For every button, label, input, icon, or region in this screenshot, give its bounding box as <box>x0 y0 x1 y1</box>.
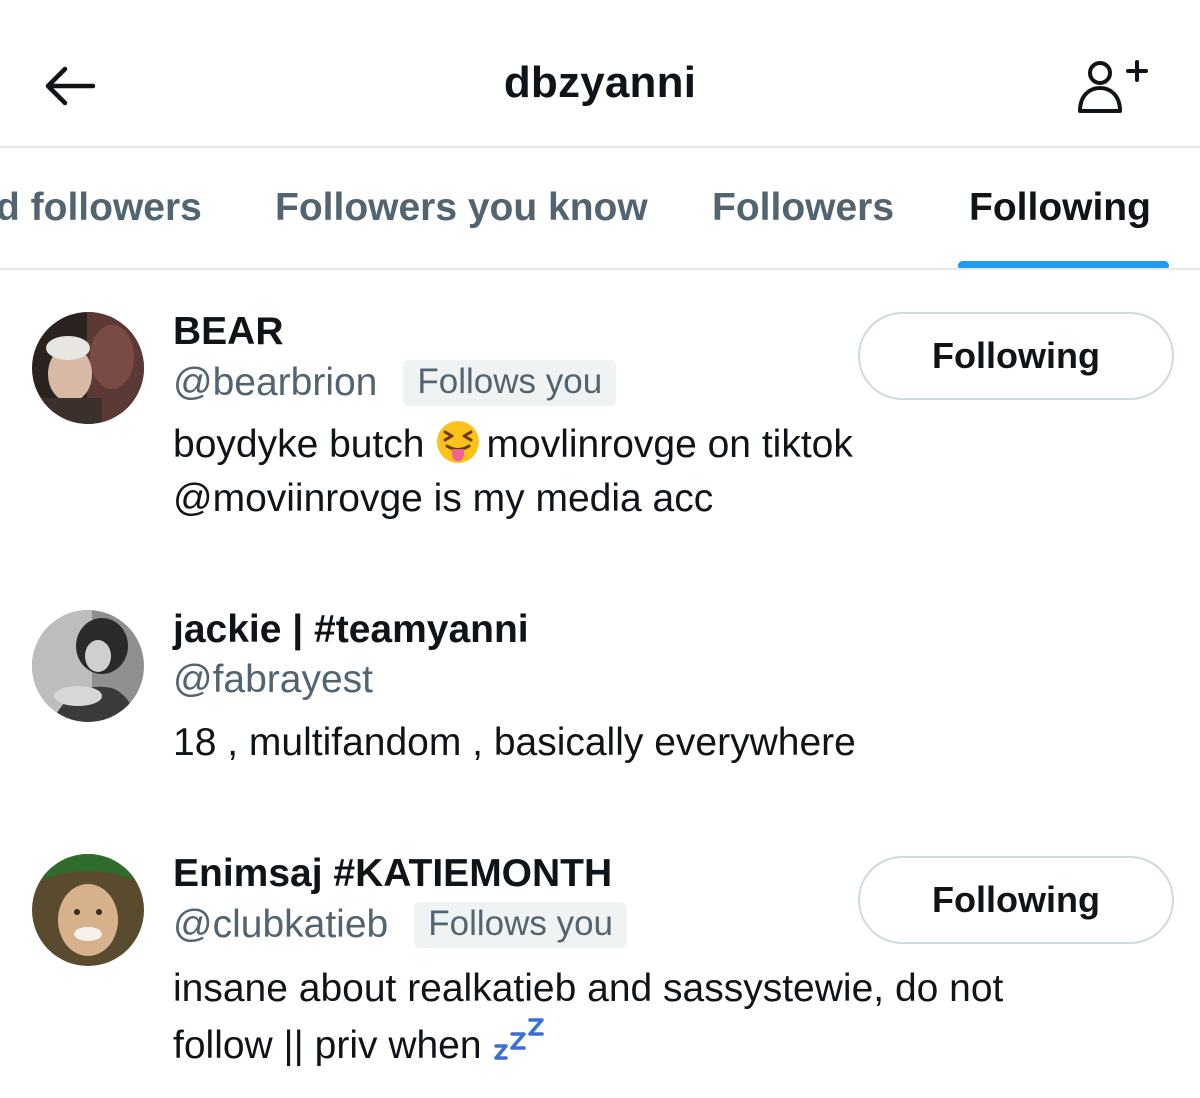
handle-line: @fabrayest <box>173 658 373 702</box>
avatar[interactable] <box>32 610 144 722</box>
user-bio: boydyke butch movlinrovge on tiktok @mov… <box>173 418 1133 526</box>
tab-followers[interactable]: Followers <box>712 186 894 230</box>
user-handle: @fabrayest <box>173 658 374 701</box>
add-user-icon <box>1078 60 1148 113</box>
display-name: BEAR <box>173 310 284 353</box>
follows-you-badge: Follows you <box>414 902 628 948</box>
bio-text: @moviinrovge is my media acc <box>173 477 714 520</box>
zzz-emoji-icon <box>493 1018 544 1060</box>
tab-verified-followers[interactable]: d followers <box>0 186 202 230</box>
following-button[interactable]: Following <box>858 312 1174 400</box>
user-handle: @bearbrion <box>173 361 378 404</box>
user-row-jackie[interactable]: jackie | #teamyanni @fabrayest 18 , mult… <box>0 590 1200 790</box>
user-bio: 18 , multifandom , basically everywhere <box>173 716 1133 770</box>
bio-text: 18 , multifandom , basically everywhere <box>173 721 856 764</box>
bio-text: boydyke butch <box>173 423 425 466</box>
avatar[interactable] <box>32 854 144 966</box>
handle-line: @bearbrion Follows you <box>173 360 617 406</box>
following-list-screen: dbzyanni d followers Followers you know … <box>0 0 1200 1098</box>
tab-following[interactable]: Following <box>969 186 1151 230</box>
user-handle: @clubkatieb <box>173 903 389 946</box>
bio-text: movlinrovge on tiktok <box>486 423 853 466</box>
display-name: jackie | #teamyanni <box>173 608 529 651</box>
bio-text: follow || priv when <box>173 1024 482 1067</box>
user-row-bear[interactable]: BEAR @bearbrion Follows you Following bo… <box>0 290 1200 550</box>
page-title: dbzyanni <box>503 58 697 107</box>
tab-followers-you-know[interactable]: Followers you know <box>275 186 648 230</box>
bio-text: insane about realkatieb and sassystewie,… <box>173 967 1004 1010</box>
tab-bar: d followers Followers you know Followers… <box>0 150 1200 270</box>
squinting-tongue-emoji-icon <box>436 421 479 463</box>
handle-line: @clubkatieb Follows you <box>173 902 628 948</box>
following-button[interactable]: Following <box>858 856 1174 944</box>
display-name: Enimsaj #KATIEMONTH <box>173 852 613 895</box>
add-user-button[interactable] <box>1072 52 1152 122</box>
follows-you-badge: Follows you <box>403 360 617 406</box>
avatar[interactable] <box>32 312 144 424</box>
user-row-enimsaj[interactable]: Enimsaj #KATIEMONTH @clubkatieb Follows … <box>0 834 1200 1074</box>
active-tab-indicator <box>958 261 1169 268</box>
top-bar: dbzyanni <box>0 0 1200 148</box>
user-bio: insane about realkatieb and sassystewie,… <box>173 962 1133 1073</box>
